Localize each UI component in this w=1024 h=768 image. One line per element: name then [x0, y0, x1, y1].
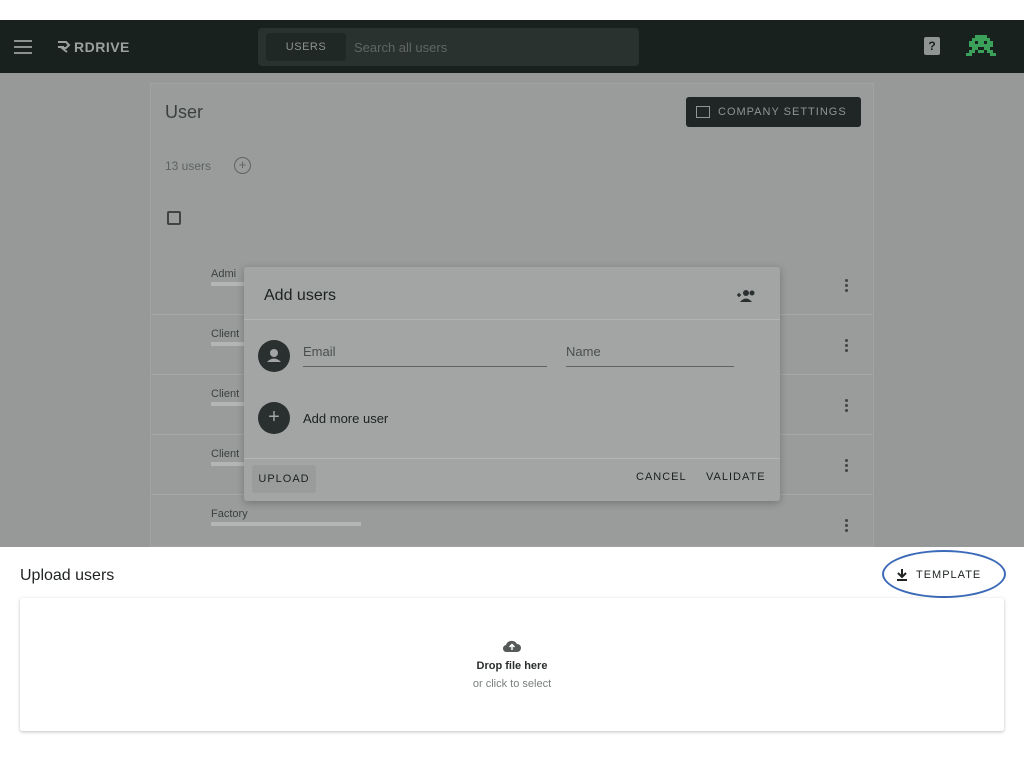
dialog-title: Add users — [264, 287, 337, 304]
help-icon[interactable]: ? — [924, 37, 940, 55]
add-user-icon[interactable]: + — [234, 157, 251, 174]
highlight-ring — [882, 550, 1006, 598]
page: RDRIVE USERS ? User COMPANY SETTINGS 13 … — [0, 0, 1024, 768]
email-field[interactable]: Email — [303, 343, 547, 367]
search-input[interactable] — [354, 28, 624, 66]
add-more-user-link[interactable]: Add more user — [303, 411, 388, 426]
upload-button[interactable]: UPLOAD — [252, 465, 316, 493]
page-title: User — [165, 102, 204, 122]
users-count: 13 users — [165, 159, 212, 173]
select-all-checkbox[interactable] — [167, 211, 181, 225]
more-vert-icon[interactable] — [845, 519, 848, 532]
company-settings-button[interactable]: COMPANY SETTINGS — [686, 97, 861, 127]
cloud-upload-icon — [502, 640, 521, 653]
table-row[interactable]: Factory — [151, 495, 873, 555]
email-field-label: Email — [303, 344, 336, 359]
name-field[interactable]: Name — [566, 343, 734, 367]
upload-users-sheet: Upload users TEMPLATE Drop file here or … — [0, 547, 1024, 747]
user-avatar-icon[interactable] — [966, 32, 996, 62]
bottom-strip — [0, 747, 1024, 768]
more-vert-icon[interactable] — [845, 399, 848, 412]
dialog-divider — [244, 458, 780, 459]
group-add-icon[interactable] — [736, 289, 756, 303]
sheet-title: Upload users — [20, 567, 115, 584]
hamburger-menu-icon[interactable] — [14, 40, 32, 54]
drop-title: Drop file here — [476, 660, 548, 672]
add-users-dialog: Add users Email Name + Add more user UPL… — [244, 267, 780, 501]
row-name: Factory — [211, 508, 248, 520]
validate-button[interactable]: VALIDATE — [706, 471, 766, 483]
brand-logo[interactable]: RDRIVE — [56, 37, 130, 57]
top-strip — [0, 0, 1024, 20]
brand-name: RDRIVE — [74, 39, 130, 55]
app-bar: RDRIVE USERS ? — [0, 20, 1024, 73]
row-name: Admi — [211, 268, 237, 280]
cancel-button[interactable]: CANCEL — [636, 471, 687, 483]
file-dropzone[interactable]: Drop file here or click to select — [20, 598, 1004, 731]
row-subtitle — [211, 522, 361, 526]
add-more-icon[interactable]: + — [258, 402, 290, 434]
search-bar[interactable]: USERS — [258, 28, 639, 66]
more-vert-icon[interactable] — [845, 279, 848, 292]
row-name: Client — [211, 448, 240, 460]
row-name: Client — [211, 388, 240, 400]
more-vert-icon[interactable] — [845, 459, 848, 472]
more-vert-icon[interactable] — [845, 339, 848, 352]
company-settings-label: COMPANY SETTINGS — [718, 106, 847, 118]
logo-mark-icon — [58, 41, 71, 53]
search-scope-chip[interactable]: USERS — [266, 33, 346, 61]
drop-subtitle: or click to select — [472, 678, 552, 690]
dialog-divider — [244, 319, 780, 320]
row-name: Client — [211, 328, 240, 340]
building-icon — [696, 106, 710, 118]
person-icon — [258, 340, 290, 372]
name-field-label: Name — [566, 344, 601, 359]
